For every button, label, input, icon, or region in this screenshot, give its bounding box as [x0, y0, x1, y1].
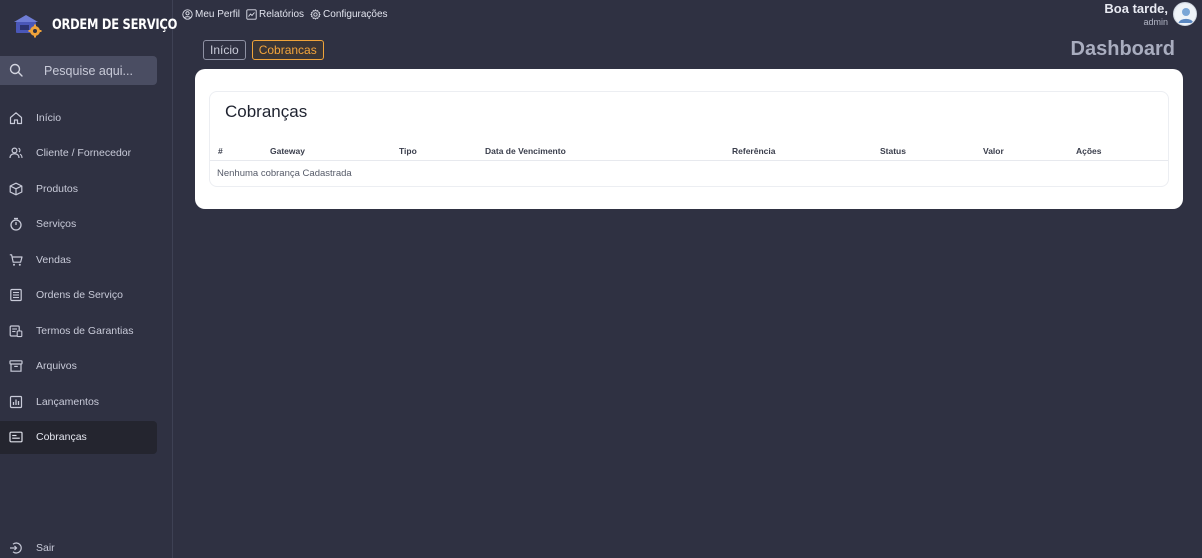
brand[interactable]: ORDEM DE SERVIÇO — [10, 10, 205, 40]
username: admin — [1143, 17, 1168, 27]
sidebar-item-cobrancas[interactable]: Cobranças — [0, 420, 157, 454]
settings-link-label: Configurações — [323, 8, 388, 20]
billing-icon — [9, 431, 23, 443]
brand-logo-icon — [14, 15, 42, 38]
avatar[interactable] — [1173, 2, 1197, 26]
sidebar-item-termos-de-garantias[interactable]: Termos de Garantias — [0, 314, 157, 347]
user-greeting: Boa tarde, admin — [1104, 1, 1168, 28]
search-input[interactable] — [44, 56, 152, 85]
document-list-icon — [10, 288, 22, 302]
sidebar-item-arquivos[interactable]: Arquivos — [0, 350, 157, 383]
breadcrumb-current[interactable]: Cobrancas — [251, 40, 324, 60]
user-circle-icon — [182, 8, 193, 20]
column-header-gateway: Gateway — [270, 146, 305, 156]
column-header-tipo: Tipo — [399, 146, 417, 156]
users-icon — [9, 147, 23, 159]
greeting-text: Boa tarde, — [1104, 1, 1168, 16]
column-header-id: # — [218, 146, 223, 156]
sidebar-item-label: Vendas — [36, 253, 72, 266]
search-box — [0, 56, 157, 85]
avatar-icon — [1175, 4, 1196, 25]
settings-link[interactable]: Configurações — [310, 8, 388, 20]
panel-title: Cobranças — [225, 102, 308, 121]
warranty-icon — [9, 324, 23, 337]
sidebar-item-label: Cobranças — [36, 431, 87, 443]
sidebar-item-label: Lançamentos — [36, 395, 100, 408]
content-card: Cobranças # Gateway Tipo Data de Vencime… — [195, 69, 1183, 209]
column-header-vencimento: Data de Vencimento — [485, 146, 566, 156]
sidebar-item-label: Serviços — [36, 218, 77, 230]
column-header-status: Status — [880, 146, 906, 156]
sidebar-item-label: Produtos — [36, 182, 79, 195]
billing-panel: Cobranças # Gateway Tipo Data de Vencime… — [209, 91, 1169, 187]
archive-icon — [9, 360, 23, 372]
sidebar-item-label: Início — [36, 111, 62, 124]
sidebar-item-cliente-fornecedor[interactable]: Cliente / Fornecedor — [0, 137, 157, 170]
search-icon — [9, 63, 23, 77]
reports-link[interactable]: Relatórios — [246, 9, 304, 20]
sidebar-item-produtos[interactable]: Produtos — [0, 172, 157, 205]
profile-link[interactable]: Meu Perfil — [182, 9, 240, 20]
cart-icon — [9, 253, 23, 266]
sidebar-item-label: Termos de Garantias — [36, 324, 134, 337]
table-header: # Gateway Tipo Data de Vencimento Referê… — [210, 144, 1168, 161]
sidebar-item-ordens-de-servico[interactable]: Ordens de Serviço — [0, 279, 157, 312]
box-icon — [9, 182, 23, 195]
page-title: Dashboard — [1070, 38, 1175, 60]
sidebar-item-label: Ordens de Serviço — [36, 289, 123, 301]
stopwatch-icon — [10, 217, 22, 231]
sidebar-item-lancamentos[interactable]: Lançamentos — [0, 385, 157, 418]
sidebar: ORDEM DE SERVIÇO Início Cliente / Fornec… — [0, 0, 177, 558]
gear-icon — [310, 8, 321, 20]
sidebar-item-inicio[interactable]: Início — [0, 101, 157, 134]
chart-icon — [246, 8, 257, 20]
home-icon — [9, 111, 23, 124]
breadcrumb: Início Cobrancas — [203, 40, 324, 60]
logout-label: Sair — [36, 542, 55, 554]
reports-link-label: Relatórios — [259, 8, 305, 20]
column-header-valor: Valor — [983, 146, 1004, 156]
column-header-referencia: Referência — [732, 146, 776, 156]
logout-icon — [10, 542, 22, 554]
profile-link-label: Meu Perfil — [195, 8, 241, 20]
top-links: Meu Perfil Relatórios Configurações — [182, 7, 388, 21]
logout-button[interactable]: Sair — [9, 540, 55, 556]
bar-chart-icon — [9, 395, 23, 408]
empty-table-message: Nenhuma cobrança Cadastrada — [217, 168, 352, 179]
brand-title: ORDEM DE SERVIÇO — [52, 17, 178, 33]
sidebar-item-label: Cliente / Fornecedor — [36, 147, 132, 159]
sidebar-item-vendas[interactable]: Vendas — [0, 243, 157, 276]
sidebar-nav: Início Cliente / Fornecedor Produtos Ser… — [0, 101, 173, 456]
sidebar-item-servicos[interactable]: Serviços — [0, 208, 157, 241]
sidebar-item-label: Arquivos — [36, 360, 77, 372]
breadcrumb-home[interactable]: Início — [203, 40, 246, 60]
column-header-acoes: Ações — [1076, 146, 1102, 156]
